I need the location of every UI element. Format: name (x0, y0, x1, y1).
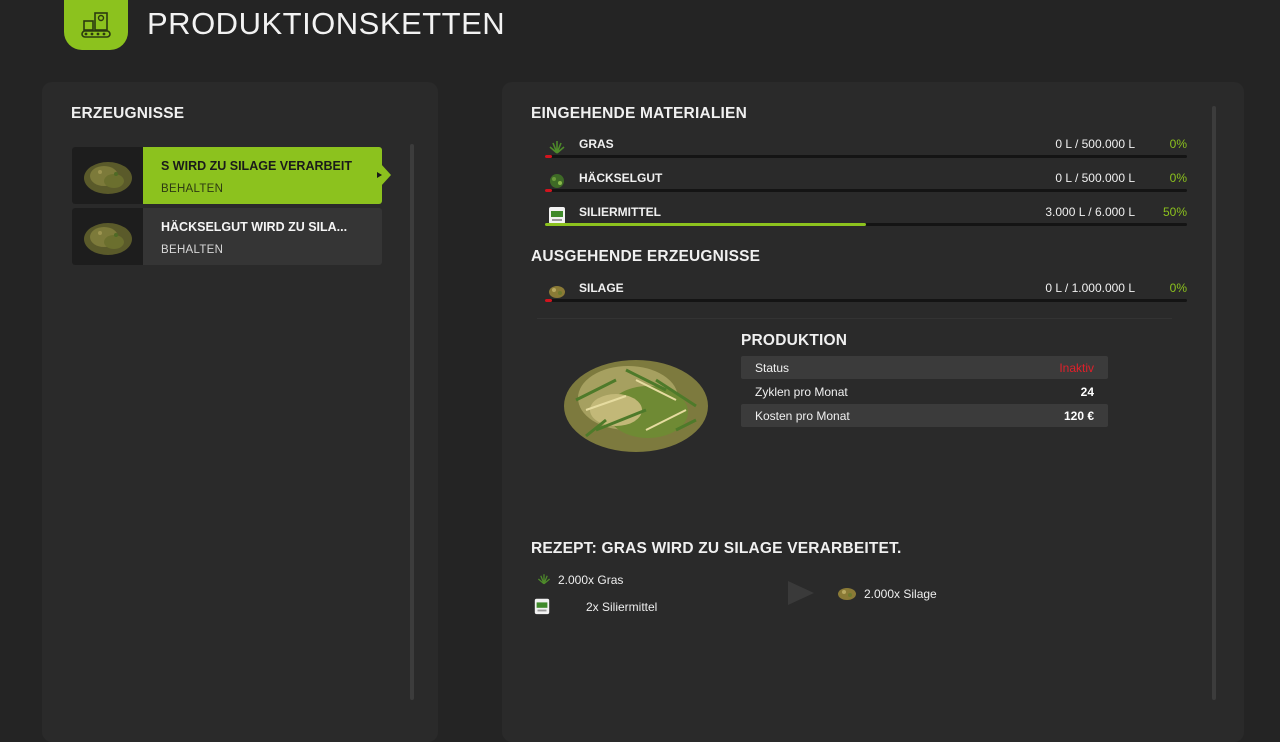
section-divider (537, 318, 1172, 319)
chaff-icon (547, 171, 567, 191)
production-cycles-value: 24 (1080, 385, 1094, 399)
material-name: HÄCKSELGUT (579, 171, 663, 185)
fill-level-bar (545, 223, 1187, 226)
fill-level-bar (545, 155, 1187, 158)
play-icon (377, 172, 382, 178)
production-costs-row: Kosten pro Monat 120 € (741, 404, 1108, 427)
selection-arrow-icon (381, 164, 391, 186)
incoming-title: EINGEHENDE MATERIALIEN (531, 105, 747, 122)
arrow-right-icon (788, 581, 814, 605)
silage-additive-icon (547, 205, 567, 225)
material-row-siliermittel: SILIERMITTEL 3.000 L / 6.000 L 50% (545, 205, 1187, 241)
silage-thumbnail (72, 208, 143, 265)
grass-icon (547, 137, 567, 157)
silage-image (556, 340, 716, 460)
production-label: Kosten pro Monat (755, 409, 850, 423)
material-name: GRAS (579, 137, 614, 151)
production-label: Zyklen pro Monat (755, 385, 848, 399)
production-status-row: Status Inaktiv (741, 356, 1108, 379)
production-cycles-row: Zyklen pro Monat 24 (741, 380, 1108, 403)
production-label: Status (755, 361, 790, 375)
recipe-input-siliermittel: 2x Siliermittel (586, 600, 658, 614)
material-percent: 0% (1169, 281, 1187, 295)
page-title: PRODUKTIONSKETTEN (147, 6, 506, 41)
material-amount: 0 L / 500.000 L (1055, 137, 1135, 151)
products-title: ERZEUGNISSE (71, 105, 185, 122)
material-amount: 3.000 L / 6.000 L (1045, 205, 1135, 219)
production-costs-value: 120 € (1063, 409, 1094, 423)
fill-level-indicator (545, 155, 552, 158)
material-percent: 0% (1169, 171, 1187, 185)
material-percent: 0% (1169, 137, 1187, 151)
silage-icon (837, 585, 857, 601)
product-item-status: BEHALTEN (161, 244, 224, 256)
material-name: SILAGE (579, 281, 624, 295)
material-amount: 0 L / 1.000.000 L (1045, 281, 1135, 295)
silage-icon (547, 281, 567, 301)
product-item-gras-silage[interactable]: S WIRD ZU SILAGE VERARBEIT BEHALTEN (72, 147, 391, 204)
material-row-gras: GRAS 0 L / 500.000 L 0% (545, 137, 1187, 173)
material-name: SILIERMITTEL (579, 205, 661, 219)
products-scrollbar[interactable] (410, 144, 414, 700)
recipe-input-gras: 2.000x Gras (558, 573, 624, 587)
silage-additive-icon (533, 597, 551, 615)
fill-level-indicator (545, 223, 866, 226)
recipe-output-silage: 2.000x Silage (864, 587, 937, 601)
material-amount: 0 L / 500.000 L (1055, 171, 1135, 185)
production-status-value: Inaktiv (1059, 361, 1094, 375)
product-item-status: BEHALTEN (161, 183, 224, 195)
fill-level-indicator (545, 299, 552, 302)
grass-icon (536, 571, 552, 587)
product-item-title: S WIRD ZU SILAGE VERARBEIT (161, 159, 352, 173)
material-row-silage: SILAGE 0 L / 1.000.000 L 0% (545, 281, 1187, 317)
details-scrollbar[interactable] (1212, 106, 1216, 700)
recipe-title: REZEPT: GRAS WIRD ZU SILAGE VERARBEITET. (531, 540, 902, 557)
material-percent: 50% (1162, 205, 1187, 219)
outgoing-title: AUSGEHENDE ERZEUGNISSE (531, 248, 761, 265)
silage-thumbnail (72, 147, 143, 204)
material-row-haeckselgut: HÄCKSELGUT 0 L / 500.000 L 0% (545, 171, 1187, 207)
fill-level-bar (545, 299, 1187, 302)
product-item-title: HÄCKSELGUT WIRD ZU SILA... (161, 220, 348, 234)
product-item-haeckselgut-silage[interactable]: HÄCKSELGUT WIRD ZU SILA... BEHALTEN (72, 208, 382, 265)
fill-level-indicator (545, 189, 552, 192)
production-title: PRODUKTION (741, 332, 848, 349)
fill-level-bar (545, 189, 1187, 192)
production-chain-icon (64, 0, 128, 50)
